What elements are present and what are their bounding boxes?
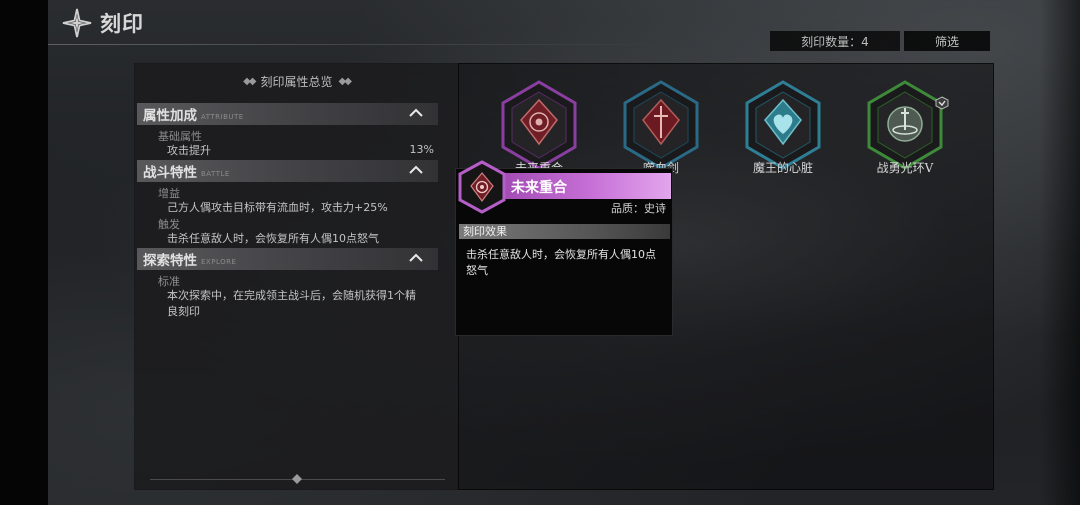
new-badge-icon: [935, 96, 949, 110]
filter-button[interactable]: 筛选: [904, 31, 990, 51]
section-sub: BATTLE: [201, 170, 230, 178]
back-star-icon[interactable]: [60, 6, 94, 40]
group-head: 增益: [158, 187, 180, 200]
header-divider: [48, 44, 668, 45]
line-text: 良刻印: [167, 305, 200, 318]
line-value: 13%: [409, 143, 434, 156]
line-text: 击杀任意敌人时，会恢复所有人偶10点怒气: [167, 232, 379, 245]
imprint-count: 刻印数量：4: [770, 31, 900, 51]
rule-diamond-icon: [292, 474, 302, 484]
imprint-label: 战勇光环V: [876, 161, 934, 175]
collapse-chevron-icon[interactable]: [408, 164, 424, 176]
tooltip-effect-text: 击杀任意敌人时，会恢复所有人偶10点怒气: [466, 248, 656, 277]
line-text: 本次探索中，在完成领主战斗后，会随机获得1个精: [167, 289, 416, 302]
title-deco-left-icon: ◆◆: [243, 76, 256, 87]
section-name: 属性加成: [143, 108, 197, 124]
left-edge-shadow: [0, 0, 48, 505]
line-text: 己方人偶攻击目标带有流血时，攻击力+25%: [167, 201, 388, 214]
tooltip-crimson-gear-icon: [458, 160, 506, 214]
overview-title: ◆◆ 刻印属性总览 ◆◆: [134, 73, 459, 90]
section-explore-header[interactable]: 探索特性 EXPLORE: [137, 248, 438, 270]
blood-sword-icon[interactable]: [621, 80, 701, 170]
title-deco-right-icon: ◆◆: [338, 76, 352, 87]
overview-title-text: 刻印属性总览: [260, 75, 333, 89]
section-name: 战斗特性: [143, 165, 197, 181]
section-battle-header[interactable]: 战斗特性 BATTLE: [137, 160, 438, 182]
section-sub: EXPLORE: [201, 258, 237, 266]
group-head: 基础属性: [158, 130, 202, 143]
imprint-label: 魔王的心脏: [752, 161, 813, 175]
tooltip-title: 未来重合: [511, 180, 567, 196]
tooltip-quality: 品质：史诗: [611, 202, 666, 215]
group-head: 触发: [158, 218, 180, 231]
section-name: 探索特性: [143, 253, 197, 269]
collapse-chevron-icon[interactable]: [408, 252, 424, 264]
group-head: 标准: [158, 275, 180, 288]
section-attribute-header[interactable]: 属性加成 ATTRIBUTE: [137, 103, 438, 125]
screen-header: 刻印: [60, 6, 144, 40]
collapse-chevron-icon[interactable]: [408, 107, 424, 119]
sword-aura-icon[interactable]: [865, 80, 945, 170]
right-edge-shadow: [1040, 0, 1080, 505]
line-text: 攻击提升: [167, 144, 211, 157]
page-title: 刻印: [100, 12, 144, 36]
crimson-gear-icon[interactable]: [499, 80, 579, 170]
tooltip-effect-label: 刻印效果: [463, 225, 507, 238]
section-sub: ATTRIBUTE: [201, 113, 244, 121]
demon-heart-icon[interactable]: [743, 80, 823, 170]
